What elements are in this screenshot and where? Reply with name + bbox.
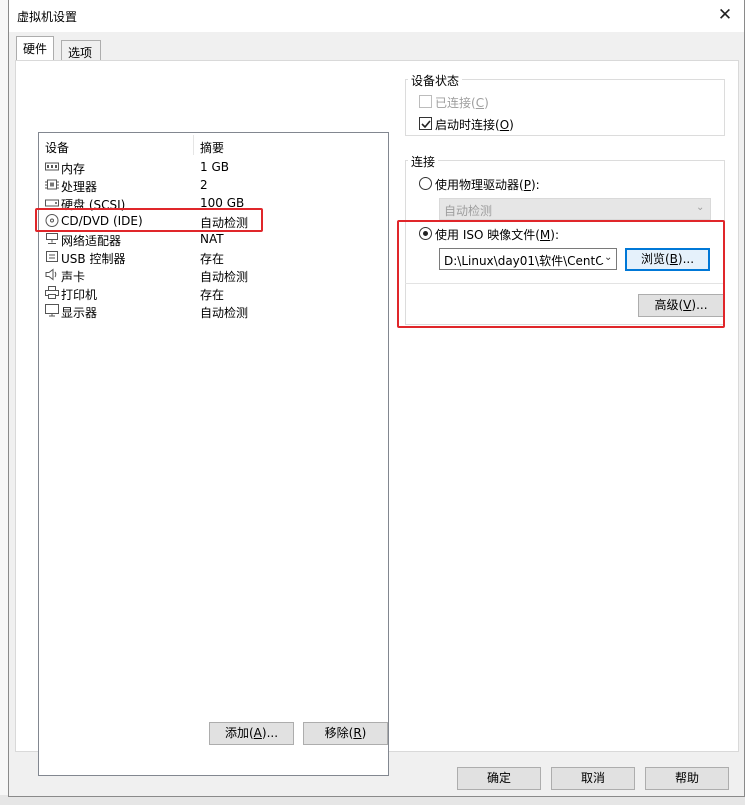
physical-drive-label: 使用物理驱动器(P): [435, 178, 540, 192]
usb-icon [46, 251, 58, 262]
column-header-device[interactable]: 设备 [45, 139, 69, 156]
speaker-icon [45, 268, 57, 281]
connect-on-power-on-checkbox[interactable] [419, 117, 432, 130]
chevron-down-icon: ⌄ [696, 202, 705, 213]
device-row-network-adapter[interactable]: 网络适配器 NAT [39, 230, 388, 248]
remove-device-button[interactable]: 移除(R) [303, 722, 388, 745]
highlight-iso-section [397, 220, 725, 328]
column-separator [193, 135, 194, 155]
memory-icon [45, 162, 59, 171]
vm-settings-dialog: 虚拟机设置 ✕ 硬件 选项 设备 摘要 内存 1 GB 处理器 2 硬盘 (SC… [8, 0, 745, 797]
connect-on-power-on-label: 启动时连接(O) [435, 118, 514, 132]
monitor-icon [45, 304, 59, 317]
help-button[interactable]: 帮助 [645, 767, 729, 790]
close-icon[interactable]: ✕ [714, 3, 736, 27]
device-row-display[interactable]: 显示器 自动检测 [39, 302, 388, 320]
device-status-title: 设备状态 [408, 72, 463, 89]
device-row-memory[interactable]: 内存 1 GB [39, 158, 388, 176]
connection-title: 连接 [408, 153, 439, 170]
cancel-button[interactable]: 取消 [551, 767, 635, 790]
printer-icon [45, 286, 59, 299]
physical-drive-dropdown[interactable]: 自动检测 ⌄ [439, 198, 711, 220]
checkmark-icon [421, 120, 431, 129]
device-row-processor[interactable]: 处理器 2 [39, 176, 388, 194]
device-row-sound-card[interactable]: 声卡 自动检测 [39, 266, 388, 284]
window-title: 虚拟机设置 [17, 10, 78, 24]
device-row-usb-controller[interactable]: USB 控制器 存在 [39, 248, 388, 266]
device-row-printer[interactable]: 打印机 存在 [39, 284, 388, 302]
connected-checkbox[interactable] [419, 95, 432, 108]
physical-drive-radio[interactable] [419, 177, 432, 190]
tab-options[interactable]: 选项 [61, 40, 101, 62]
connected-label: 已连接(C) [435, 96, 489, 110]
ok-button[interactable]: 确定 [457, 767, 541, 790]
tab-hardware[interactable]: 硬件 [16, 36, 55, 62]
highlight-cd-dvd-row [35, 208, 263, 232]
column-header-summary[interactable]: 摘要 [200, 139, 224, 156]
add-device-button[interactable]: 添加(A)... [209, 722, 294, 745]
hardware-panel: 设备 摘要 内存 1 GB 处理器 2 硬盘 (SCSI) 100 GB CD/… [15, 60, 739, 776]
network-adapter-icon [46, 233, 58, 244]
title-bar: 虚拟机设置 ✕ [9, 0, 744, 32]
cpu-icon [45, 179, 59, 190]
